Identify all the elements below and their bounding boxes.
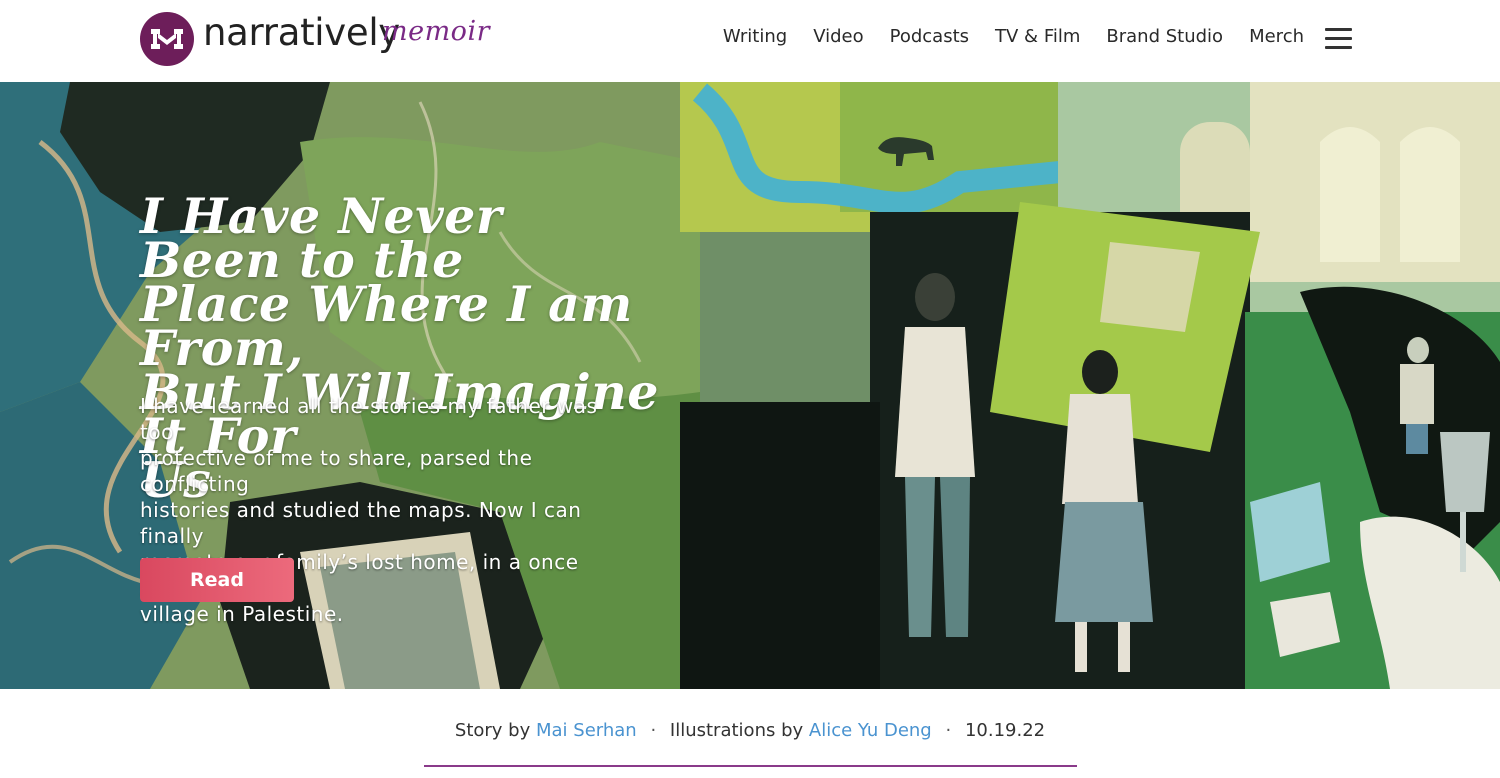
nav-brand-studio[interactable]: Brand Studio bbox=[1106, 26, 1223, 47]
byline-separator: · bbox=[650, 720, 657, 741]
main-nav: Writing Video Podcasts TV & Film Brand S… bbox=[723, 26, 1304, 47]
read-button[interactable]: Read bbox=[140, 558, 294, 602]
illustrator-link[interactable]: Alice Yu Deng bbox=[809, 720, 932, 741]
author-link[interactable]: Mai Serhan bbox=[536, 720, 637, 741]
article-title-line: Place Where I am From, bbox=[140, 275, 633, 377]
article-byline: Story by Mai Serhan · Illustrations by A… bbox=[0, 720, 1500, 741]
nav-tv-film[interactable]: TV & Film bbox=[995, 26, 1080, 47]
publish-date: 10.19.22 bbox=[964, 720, 1046, 741]
byline-divider bbox=[424, 765, 1077, 767]
hero-feature: I Have Never Been to the Place Where I a… bbox=[0, 82, 1500, 689]
narratively-logo-icon[interactable] bbox=[140, 12, 194, 66]
article-dek-line: village in Palestine. bbox=[140, 602, 344, 626]
site-header: narratively memoir Writing Video Podcast… bbox=[0, 0, 1500, 82]
nav-merch[interactable]: Merch bbox=[1249, 26, 1304, 47]
nav-video[interactable]: Video bbox=[813, 26, 863, 47]
article-dek-line: protective of me to share, parsed the co… bbox=[140, 446, 533, 496]
section-label[interactable]: memoir bbox=[382, 16, 490, 47]
nav-podcasts[interactable]: Podcasts bbox=[890, 26, 969, 47]
byline-story-prefix: Story by bbox=[454, 720, 531, 741]
article-dek-line: I have learned all the stories my father… bbox=[140, 394, 598, 444]
article-title-line: I Have Never Been to the bbox=[140, 187, 503, 289]
byline-illustrations-prefix: Illustrations by bbox=[669, 720, 804, 741]
site-logo-wordmark[interactable]: narratively bbox=[203, 11, 400, 54]
article-dek-line: histories and studied the maps. Now I ca… bbox=[140, 498, 582, 548]
byline-separator: · bbox=[945, 720, 952, 741]
hamburger-menu-icon[interactable] bbox=[1325, 26, 1352, 50]
nav-writing[interactable]: Writing bbox=[723, 26, 787, 47]
